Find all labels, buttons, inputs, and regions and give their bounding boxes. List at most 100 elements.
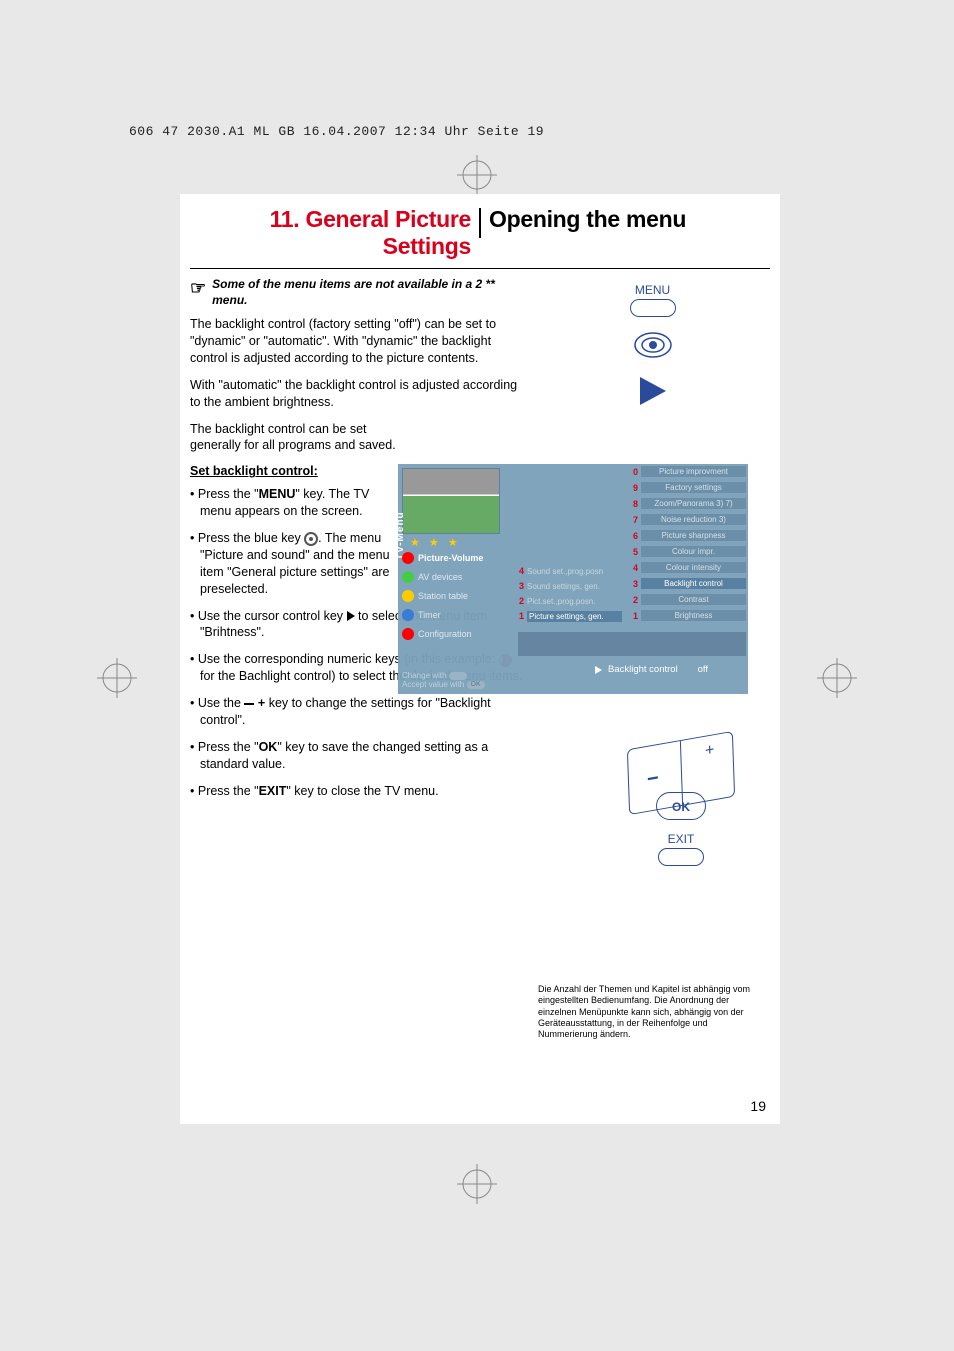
osd-item-number: 5 <box>628 547 638 557</box>
minus-icon: − <box>647 767 659 792</box>
osd-right-item[interactable]: 0Picture improvment <box>628 464 746 479</box>
osd-side-item-label: AV devices <box>418 572 462 582</box>
osd-mid-item[interactable]: 1Picture settings, gen. <box>514 609 622 623</box>
footnote-text: Die Anzahl der Themen und Kapitel ist ab… <box>538 984 758 1040</box>
osd-right-item[interactable]: 5Colour impr. <box>628 544 746 559</box>
osd-right-item[interactable]: 4Colour intensity <box>628 560 746 575</box>
title-divider <box>479 208 481 238</box>
osd-right-item-label: Factory settings <box>641 482 746 493</box>
paragraph-3: The backlight control can be set general… <box>190 421 400 455</box>
minus-icon <box>244 703 254 705</box>
crop-mark-bottom <box>457 1164 497 1209</box>
osd-stars-icon: ★ ★ ★ <box>410 536 461 549</box>
remote-navpad-group: + − OK EXIT <box>616 740 746 880</box>
osd-side-item[interactable]: Configuration <box>402 626 512 642</box>
step-1: Press the "MENU" key. The TV menu appear… <box>190 486 400 520</box>
osd-item-number: 2 <box>514 596 524 606</box>
page-number: 19 <box>750 1098 766 1114</box>
osd-status-bar <box>518 632 746 656</box>
osd-item-number: 3 <box>628 579 638 589</box>
remote-eye-button[interactable] <box>633 331 673 359</box>
step-5: Use the + key to change the settings for… <box>190 695 525 729</box>
remote-menu-button[interactable] <box>630 299 676 317</box>
osd-status-text: Backlight control off <box>595 664 708 675</box>
osd-ok-icon: OK <box>467 681 485 689</box>
plus-icon: + <box>705 741 715 761</box>
step-2: Press the blue key . The menu "Picture a… <box>190 530 400 598</box>
remote-dpad[interactable]: + − <box>627 731 735 815</box>
paragraph-2: With "automatic" the backlight control i… <box>190 377 525 411</box>
osd-side-menu: Picture-Volume AV devices Station table Tim… <box>402 550 512 645</box>
page: 11. General Picture Settings Opening the… <box>180 194 780 1124</box>
osd-color-dot-icon <box>402 609 414 621</box>
osd-right-item[interactable]: 2Contrast <box>628 592 746 607</box>
osd-color-dot-icon <box>402 571 414 583</box>
osd-item-number: 6 <box>628 531 638 541</box>
step-7: Press the "EXIT" key to close the TV men… <box>190 783 525 800</box>
osd-right-item-label: Colour impr. <box>641 546 746 557</box>
pointing-hand-icon: ☞ <box>190 277 206 308</box>
osd-side-item[interactable]: Timer <box>402 607 512 623</box>
step-6: Press the "OK" key to save the changed s… <box>190 739 525 773</box>
osd-right-item-label: Picture improvment <box>641 466 746 477</box>
osd-preview-thumbnail <box>402 468 500 534</box>
osd-right-item-label: Brightness <box>641 610 746 621</box>
osd-right-item-label: Contrast <box>641 594 746 605</box>
osd-mid-item[interactable]: 3Sound settings, gen. <box>514 579 622 593</box>
osd-menu: ★ ★ ★ TV-Menu Picture-VolumeAV devicesSt… <box>398 464 748 694</box>
osd-right-item-label: Noise reduction 3) <box>641 514 746 525</box>
crop-mark-left <box>97 658 137 703</box>
remote-right-button[interactable] <box>640 377 666 405</box>
osd-color-dot-icon <box>402 590 414 602</box>
osd-status-arrow-icon <box>595 666 602 674</box>
osd-mid-item[interactable]: 4Sound set.,prog.posn <box>514 564 622 578</box>
osd-item-number: 2 <box>628 595 638 605</box>
osd-mid-menu: 4Sound set.,prog.posn3Sound settings, ge… <box>514 564 622 624</box>
osd-mid-item-label: Picture settings, gen. <box>527 611 622 622</box>
section-subtitle: Opening the menu <box>489 206 770 260</box>
osd-item-number: 4 <box>514 566 524 576</box>
cursor-right-icon <box>347 611 355 621</box>
remote-exit-label: EXIT <box>616 832 746 846</box>
osd-hint-text: Change with Accept value with OK <box>402 671 485 690</box>
osd-side-item[interactable]: Station table <box>402 588 512 604</box>
dpad-divider <box>680 741 683 805</box>
osd-item-number: 1 <box>628 611 638 621</box>
osd-pill-icon <box>449 672 467 680</box>
crop-mark-right <box>817 658 857 703</box>
osd-mid-item-label: Pict.set.,prog.posn. <box>527 597 622 606</box>
osd-right-item-label: Zoom/Panorama 3) 7) <box>641 498 746 509</box>
section-title: 11. General Picture Settings <box>190 206 471 260</box>
remote-exit-button[interactable] <box>658 848 704 866</box>
osd-color-dot-icon <box>402 552 414 564</box>
osd-side-item[interactable]: Picture-Volume <box>402 550 512 566</box>
osd-right-item[interactable]: 3Backlight control <box>628 576 746 591</box>
osd-right-item-label: Colour intensity <box>641 562 746 573</box>
osd-item-number: 1 <box>514 611 524 621</box>
osd-side-item-label: Timer <box>418 610 441 620</box>
osd-color-dot-icon <box>402 628 414 640</box>
remote-menu-label: MENU <box>535 283 770 297</box>
osd-side-item-label: Station table <box>418 591 468 601</box>
osd-item-number: 4 <box>628 563 638 573</box>
osd-right-item[interactable]: 6Picture sharpness <box>628 528 746 543</box>
osd-right-item[interactable]: 9Factory settings <box>628 480 746 495</box>
osd-right-item[interactable]: 8Zoom/Panorama 3) 7) <box>628 496 746 511</box>
osd-right-item-label: Backlight control <box>641 578 746 589</box>
osd-right-item-label: Picture sharpness <box>641 530 746 541</box>
osd-mid-item-label: Sound settings, gen. <box>527 582 622 591</box>
osd-side-item-label: Configuration <box>418 629 472 639</box>
osd-mid-item-label: Sound set.,prog.posn <box>527 567 622 576</box>
osd-right-menu: 0Picture improvment9Factory settings8Zoo… <box>628 464 746 624</box>
note-text: Some of the menu items are not available… <box>212 277 525 308</box>
osd-side-item-label: Picture-Volume <box>418 553 483 563</box>
osd-item-number: 0 <box>628 467 638 477</box>
osd-side-item[interactable]: AV devices <box>402 569 512 585</box>
osd-item-number: 9 <box>628 483 638 493</box>
osd-right-item[interactable]: 1Brightness <box>628 608 746 623</box>
osd-item-number: 7 <box>628 515 638 525</box>
osd-mid-item[interactable]: 2Pict.set.,prog.posn. <box>514 594 622 608</box>
note-callout: ☞ Some of the menu items are not availab… <box>190 277 525 308</box>
osd-right-item[interactable]: 7Noise reduction 3) <box>628 512 746 527</box>
osd-item-number: 3 <box>514 581 524 591</box>
